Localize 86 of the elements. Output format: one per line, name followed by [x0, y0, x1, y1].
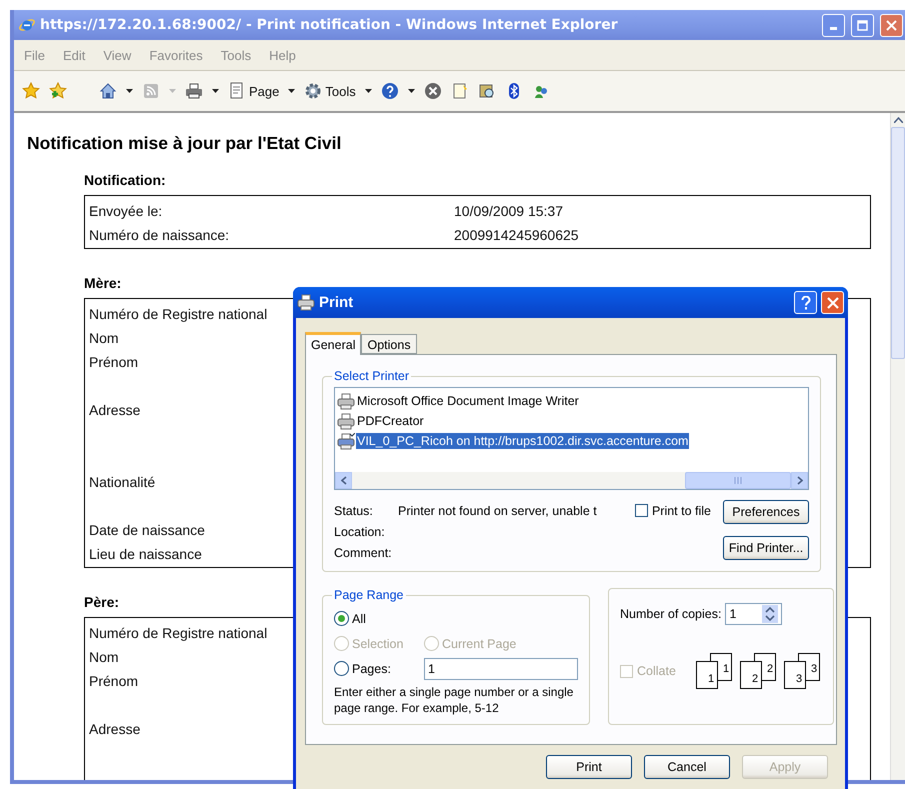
tab[interactable]: General	[305, 332, 362, 355]
field-label: Numéro de naissance:	[89, 226, 230, 245]
caret-icon[interactable]	[364, 89, 372, 93]
copies-spinner[interactable]: 1	[725, 603, 782, 625]
question-icon	[800, 296, 810, 310]
caret-icon[interactable]	[408, 89, 415, 93]
section-title: Notification:	[84, 172, 166, 188]
info-label: Comment:	[334, 546, 393, 560]
hint-text: Enter either a single page number or a single page range. For example, 5-12	[334, 684, 574, 716]
print-to-file-checkbox[interactable]: Print to file	[634, 504, 711, 518]
field-label: Lieu de naissance	[89, 545, 202, 564]
research-icon[interactable]	[478, 82, 496, 100]
print-icon[interactable]	[185, 82, 203, 100]
caret-icon[interactable]	[126, 89, 133, 93]
field-label: Adresse	[89, 720, 140, 739]
collate-pages-drawing: 3 3	[784, 653, 822, 689]
caret-icon[interactable]	[212, 89, 219, 93]
field-label: Numéro de Registre national	[89, 305, 268, 324]
field-label: Envoyée le:	[89, 202, 162, 221]
field-label: Adresse	[89, 401, 140, 420]
maximize-button[interactable]	[851, 14, 874, 36]
dialog-title: Print	[319, 294, 354, 311]
page-menu-button[interactable]: Page	[228, 82, 280, 100]
printer-icon	[297, 294, 315, 311]
field-value: 2009914245960625	[454, 226, 579, 245]
minimize-icon	[830, 26, 837, 30]
printer-icon	[337, 412, 355, 430]
group-title: Page Range	[333, 588, 405, 602]
collate-pages-drawing: 2 2	[740, 653, 778, 689]
close-icon	[826, 296, 838, 308]
scrollbar-thumb[interactable]	[891, 127, 905, 359]
info-value: Printer not found on server, unable t	[398, 504, 598, 518]
dialog-button[interactable]: Preferences	[723, 500, 809, 524]
field-label: Prénom	[89, 672, 138, 691]
close-icon	[886, 20, 897, 30]
help-button[interactable]	[794, 291, 817, 314]
page-heading: Notification mise à jour par l'Etat Civil	[27, 133, 342, 154]
minimize-button[interactable]	[822, 14, 845, 36]
note-icon[interactable]	[450, 82, 469, 100]
caret-icon[interactable]	[288, 89, 296, 93]
radio-option[interactable]: All	[334, 611, 366, 626]
printer-item[interactable]: PDFCreator	[356, 413, 425, 429]
field-label: Nationalité	[89, 473, 156, 492]
scroll-up-icon[interactable]	[894, 117, 902, 123]
printer-item[interactable]: VIL_0_PC_Ricoh on http://brups1002.dir.svc.accenture.com	[356, 433, 690, 449]
dialog-button[interactable]: Print	[546, 755, 632, 779]
maximize-icon	[857, 20, 868, 30]
grip-icon	[734, 477, 742, 484]
field-label: Nom	[89, 648, 119, 667]
tools-menu-button[interactable]: Tools	[304, 82, 356, 100]
add-favorite-icon[interactable]	[49, 82, 67, 100]
scrollbar-thumb[interactable]	[685, 472, 791, 489]
collate-pages-drawing: 1 1	[696, 653, 734, 689]
field-label: Nom	[89, 329, 119, 348]
help-icon[interactable]	[380, 82, 399, 100]
spin-arrows-icon[interactable]	[762, 605, 778, 623]
scroll-left-button[interactable]	[335, 472, 352, 489]
dialog-button[interactable]: Cancel	[644, 755, 730, 779]
home-icon[interactable]	[99, 82, 117, 100]
stop-icon[interactable]	[424, 82, 442, 100]
gear-icon	[304, 82, 322, 100]
dialog-button[interactable]: Find Printer...	[723, 536, 809, 560]
scrollbar[interactable]	[890, 113, 905, 780]
printer-item[interactable]: Microsoft Office Document Image Writer	[356, 393, 580, 409]
field-label: Numéro de Registre national	[89, 624, 268, 643]
field-value: 10/09/2009 15:37	[454, 202, 563, 221]
printer-list[interactable]: Microsoft Office Document Image Writer PDFCreator VIL_0_PC_Ricoh on http://brups1002.dir.svc.accenture.com	[334, 387, 809, 490]
radio-option[interactable]: Pages:	[334, 661, 408, 676]
group-title: Select Printer	[333, 369, 410, 383]
field-label: Date de naissance	[89, 521, 205, 540]
scroll-right-button[interactable]	[791, 472, 808, 489]
info-label: Status:	[334, 504, 374, 518]
star-icon[interactable]	[22, 82, 40, 100]
printer-icon	[337, 432, 355, 450]
globe-e-icon	[18, 16, 36, 34]
window-title: https://172.20.1.68:9002/ - Print notification - Windows Internet Explorer	[40, 17, 619, 33]
tab[interactable]: Options	[361, 334, 417, 354]
close-button[interactable]	[821, 291, 844, 314]
printer-icon	[337, 392, 355, 410]
info-label: Location:	[334, 524, 386, 538]
close-button[interactable]	[880, 14, 903, 36]
field-label: Prénom	[89, 353, 138, 372]
section-title: Père:	[84, 594, 120, 610]
section-title: Mère:	[84, 275, 122, 291]
copies-label: Number of copies:	[620, 607, 722, 621]
pages-field[interactable]: 1	[424, 658, 578, 680]
